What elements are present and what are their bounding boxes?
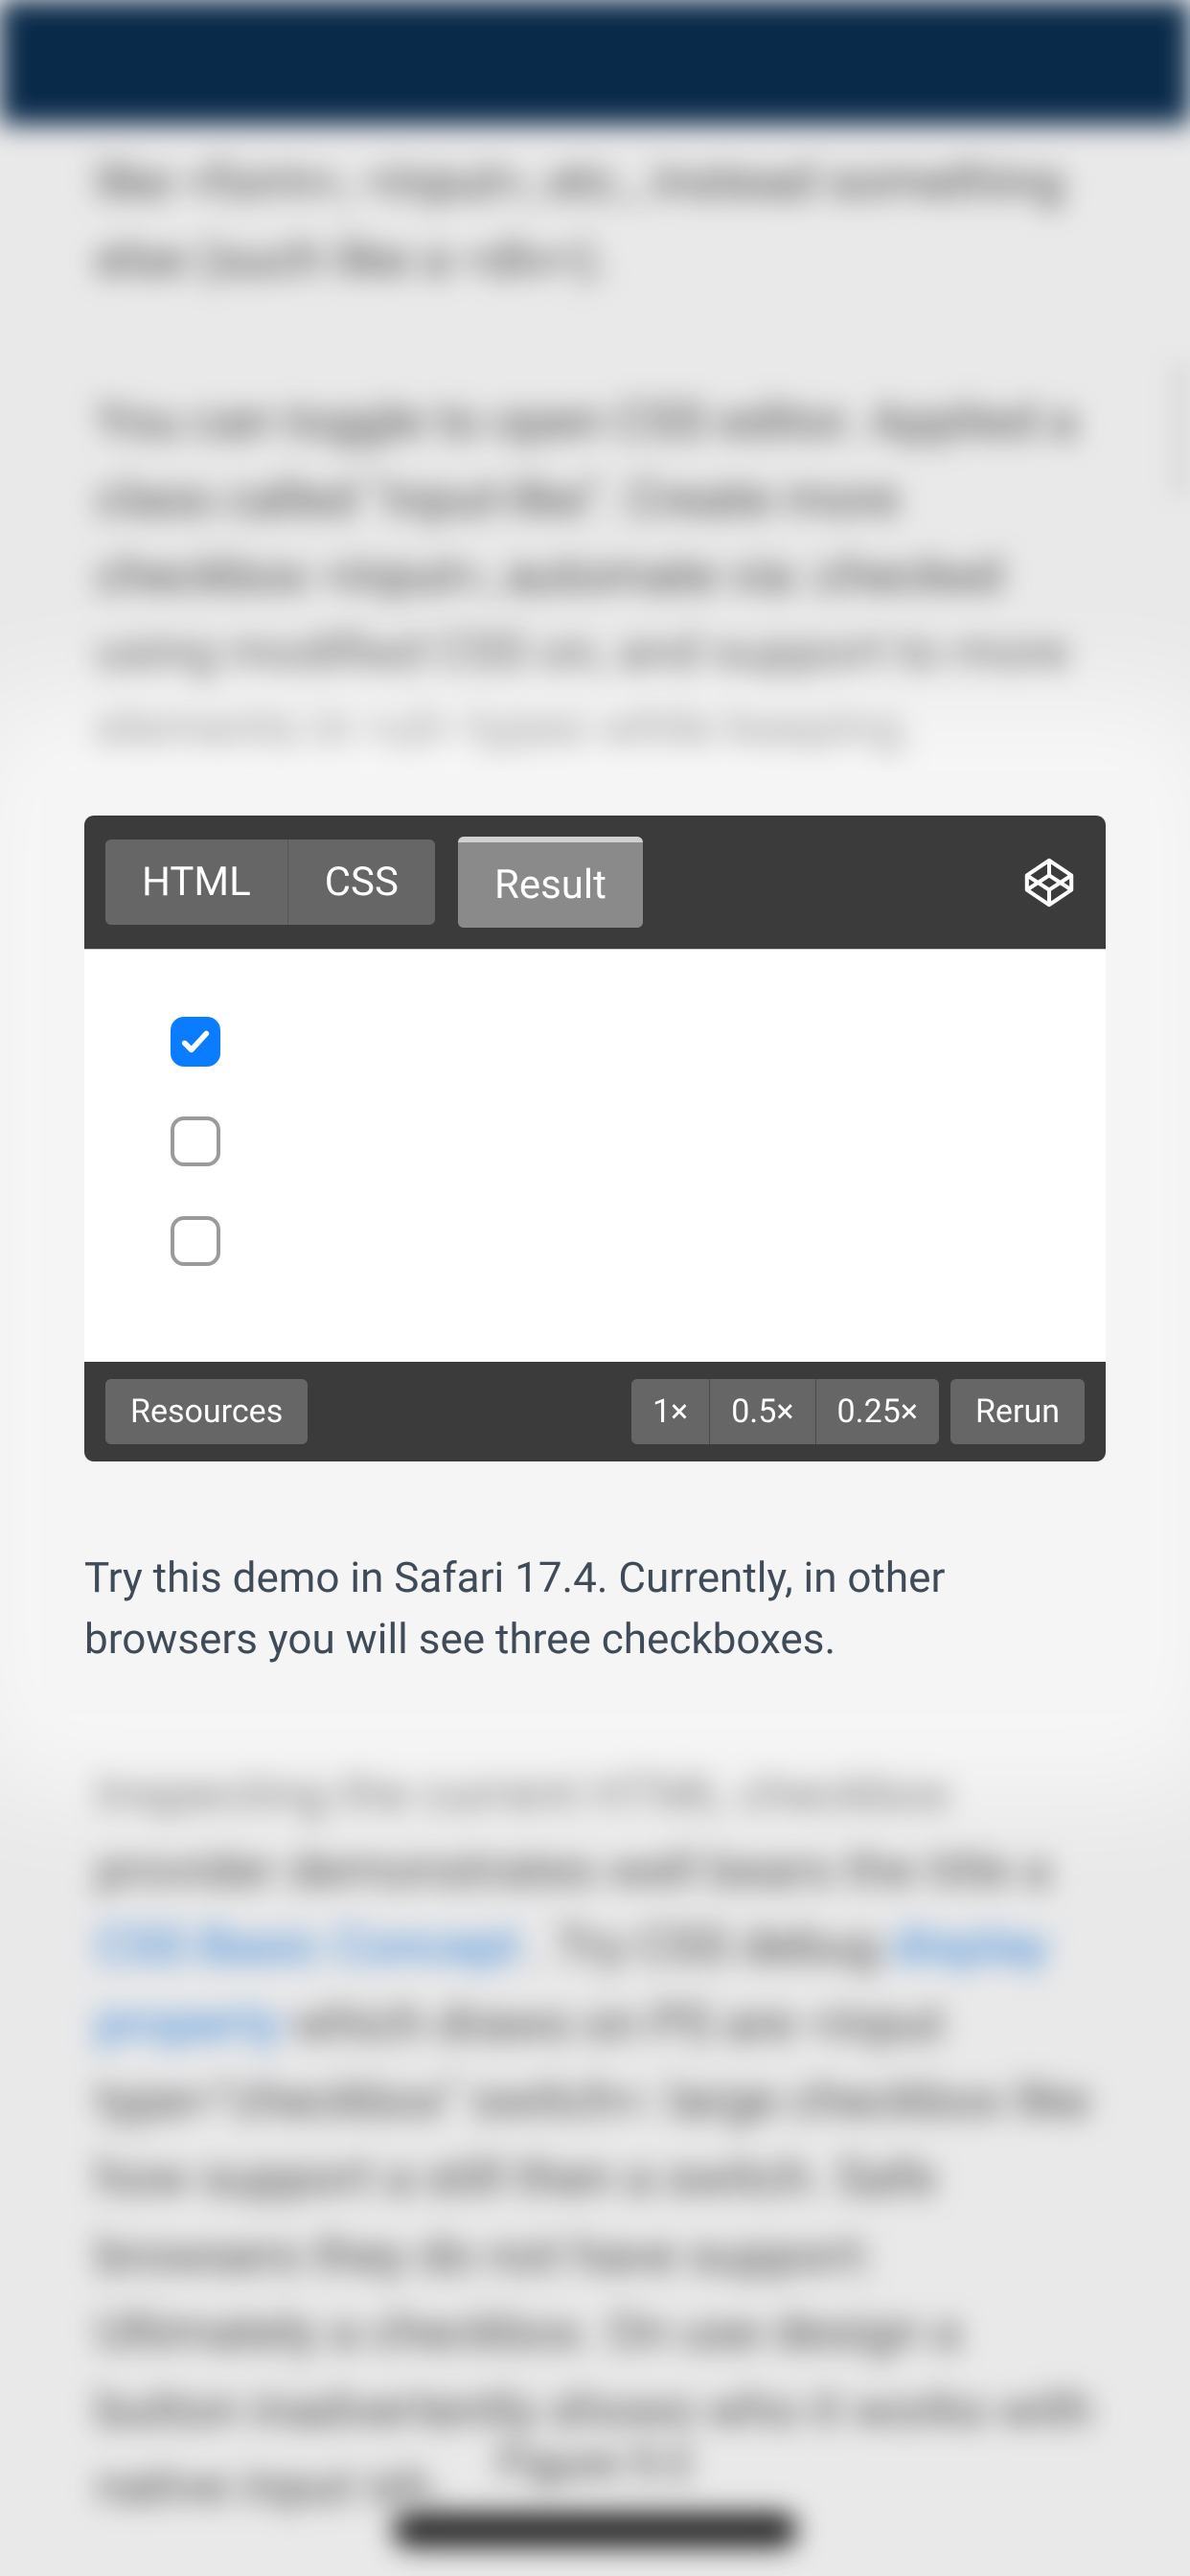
demo-checkbox-1[interactable] [171,1017,220,1067]
demo-checkbox-2[interactable] [171,1116,220,1166]
codepen-result-pane [84,949,1106,1362]
bg-paragraph-1: like <form>, <input>, etc., instead some… [96,144,1094,298]
zoom-0-5x[interactable]: 0.5× [710,1379,815,1444]
tab-result[interactable]: Result [458,837,643,928]
rerun-button[interactable]: Rerun [950,1379,1085,1444]
zoom-group: 1× 0.5× 0.25× [631,1379,939,1444]
tab-html[interactable]: HTML [105,840,288,925]
demo-caption: Try this demo in Safari 17.4. Currently,… [84,1548,1106,1670]
codepen-embed: HTML CSS Result Resources [84,816,1106,1461]
codepen-footer: Resources 1× 0.5× 0.25× Rerun [84,1362,1106,1461]
codepen-tabbar: HTML CSS Result [84,816,1106,949]
codepen-logo-icon[interactable] [1021,855,1077,910]
page-header-blurred [0,0,1190,125]
demo-checkbox-3[interactable] [171,1216,220,1266]
bg-figure-caption: Figure 5-2 [0,2438,1190,2490]
zoom-0-25x[interactable]: 0.25× [816,1379,939,1444]
resources-button[interactable]: Resources [105,1379,308,1444]
bg-paragraph-2: You can toggle to open CSS editor. Appli… [96,383,1094,770]
bg-paragraph-3: Inspecting the current HTML checkbox pro… [96,1754,1094,2526]
codepen-source-tabs: HTML CSS [105,840,435,925]
side-handle-blurred [1169,362,1190,496]
tab-css[interactable]: CSS [288,840,435,925]
bg-home-indicator [393,2513,797,2547]
demo-card: HTML CSS Result Resources [40,771,1150,1714]
zoom-1x[interactable]: 1× [631,1379,710,1444]
